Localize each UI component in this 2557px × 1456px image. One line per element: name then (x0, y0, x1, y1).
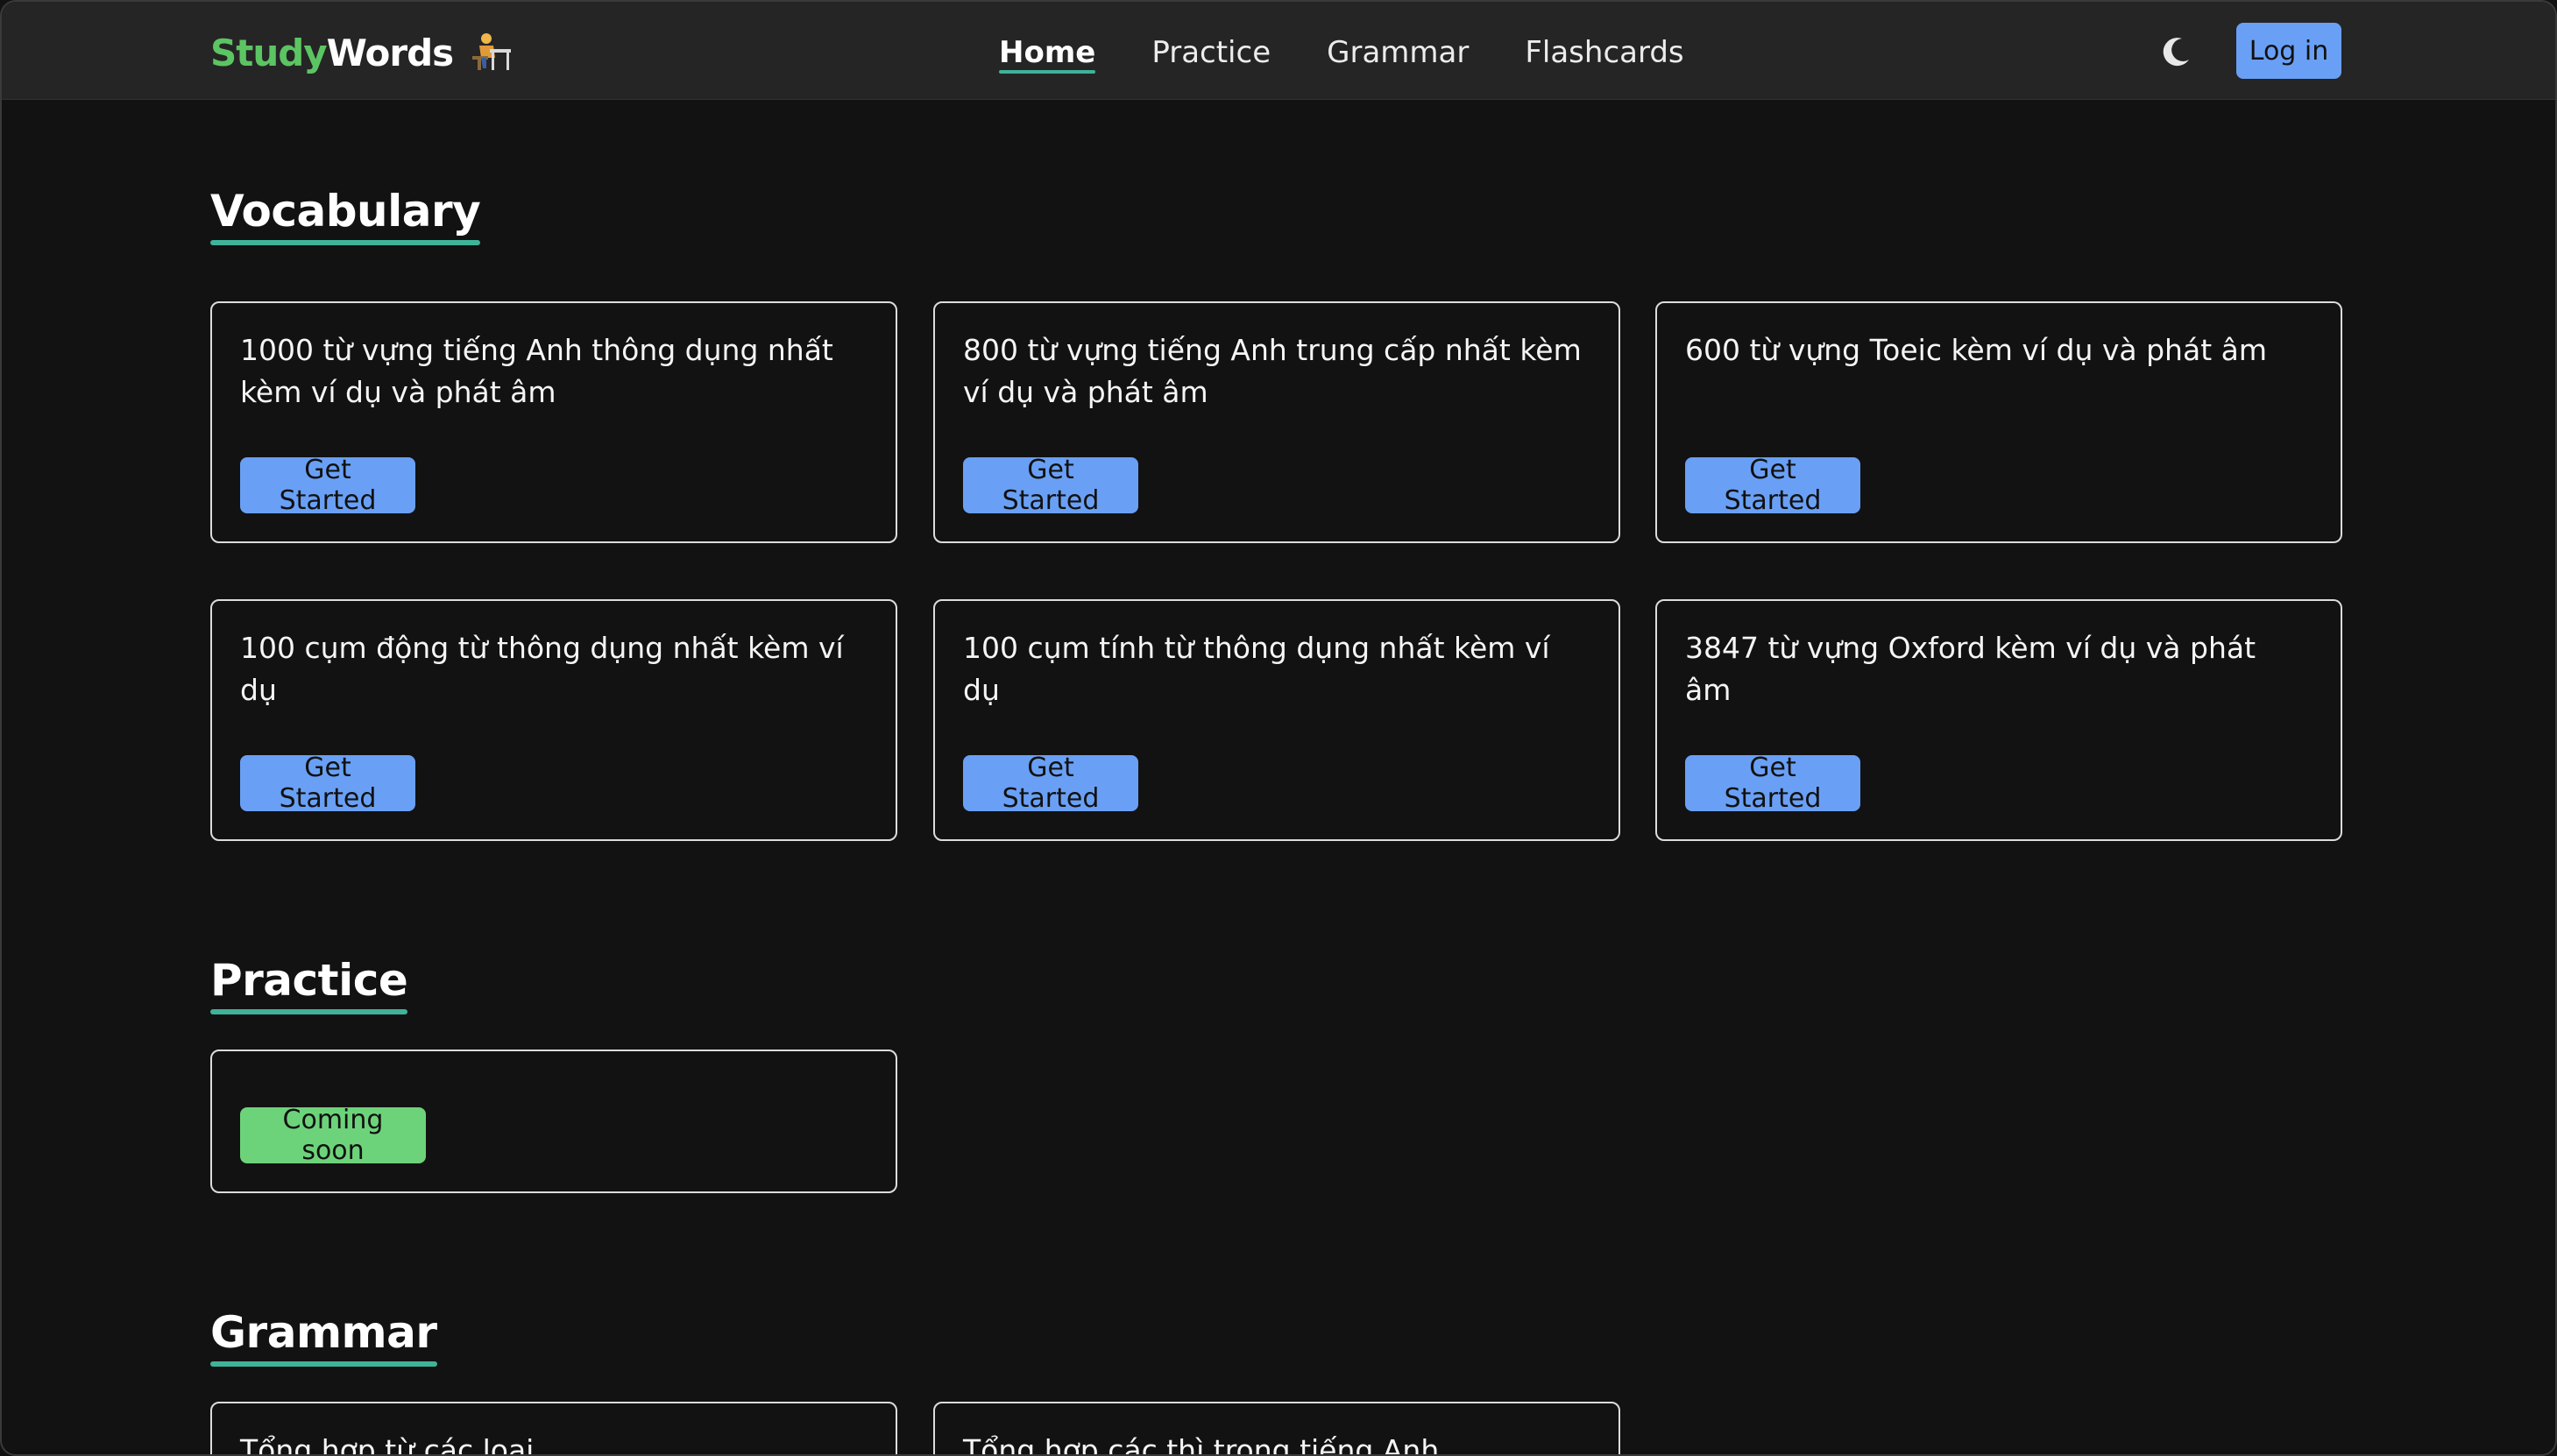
vocabulary-heading: Vocabulary (210, 186, 481, 245)
card-title: 800 từ vựng tiếng Anh trung cấp nhất kèm… (963, 333, 1582, 409)
vocabulary-card: 600 từ vựng Toeic kèm ví dụ và phát âm G… (1655, 301, 2342, 543)
card-title: 100 cụm động từ thông dụng nhất kèm ví d… (240, 631, 844, 707)
card-title: Tổng hợp từ các loại (240, 1433, 535, 1456)
nav-grammar[interactable]: Grammar (1327, 28, 1469, 77)
main-nav: Home Practice Grammar Flashcards (999, 28, 1684, 77)
card-title: Tổng hợp các thì trong tiếng Anh (963, 1433, 1440, 1456)
practice-heading: Practice (210, 955, 408, 1014)
coming-soon-button[interactable]: Coming soon (240, 1105, 426, 1166)
nav-home[interactable]: Home (999, 28, 1096, 77)
vocabulary-card: 800 từ vựng tiếng Anh trung cấp nhất kèm… (933, 301, 1620, 543)
nav-flashcards[interactable]: Flashcards (1525, 28, 1683, 77)
card-title: 600 từ vựng Toeic kèm ví dụ và phát âm (1685, 333, 2267, 367)
top-navbar: StudyWords Home Practice Grammar Flashca… (2, 2, 2555, 100)
vocabulary-card: 100 cụm tính từ thông dụng nhất kèm ví d… (933, 599, 1620, 841)
vocabulary-card: 3847 từ vựng Oxford kèm ví dụ và phát âm… (1655, 599, 2342, 841)
get-started-button[interactable]: Get Started (963, 455, 1138, 516)
browser-window: StudyWords Home Practice Grammar Flashca… (0, 0, 2557, 1456)
get-started-button[interactable]: Get Started (1685, 455, 1860, 516)
nav-practice[interactable]: Practice (1151, 28, 1271, 77)
logo[interactable]: StudyWords (210, 28, 514, 77)
card-title: 3847 từ vựng Oxford kèm ví dụ và phát âm (1685, 631, 2256, 707)
logo-text: StudyWords (210, 31, 454, 74)
get-started-button[interactable]: Get Started (240, 455, 415, 516)
login-button[interactable]: Log in (2236, 23, 2341, 79)
get-started-button[interactable]: Get Started (963, 753, 1138, 814)
card-title: 1000 từ vựng tiếng Anh thông dụng nhất k… (240, 333, 833, 409)
moon-icon[interactable] (2157, 33, 2194, 70)
person-at-desk-icon (472, 33, 512, 70)
get-started-button[interactable]: Get Started (240, 753, 415, 814)
grammar-card: Tổng hợp các thì trong tiếng Anh (933, 1402, 1620, 1456)
vocabulary-card: 1000 từ vựng tiếng Anh thông dụng nhất k… (210, 301, 897, 543)
practice-card: Coming soon (210, 1050, 897, 1193)
grammar-card: Tổng hợp từ các loại (210, 1402, 897, 1456)
vocabulary-card: 100 cụm động từ thông dụng nhất kèm ví d… (210, 599, 897, 841)
grammar-heading: Grammar (210, 1307, 437, 1367)
card-title: 100 cụm tính từ thông dụng nhất kèm ví d… (963, 631, 1550, 707)
get-started-button[interactable]: Get Started (1685, 753, 1860, 814)
